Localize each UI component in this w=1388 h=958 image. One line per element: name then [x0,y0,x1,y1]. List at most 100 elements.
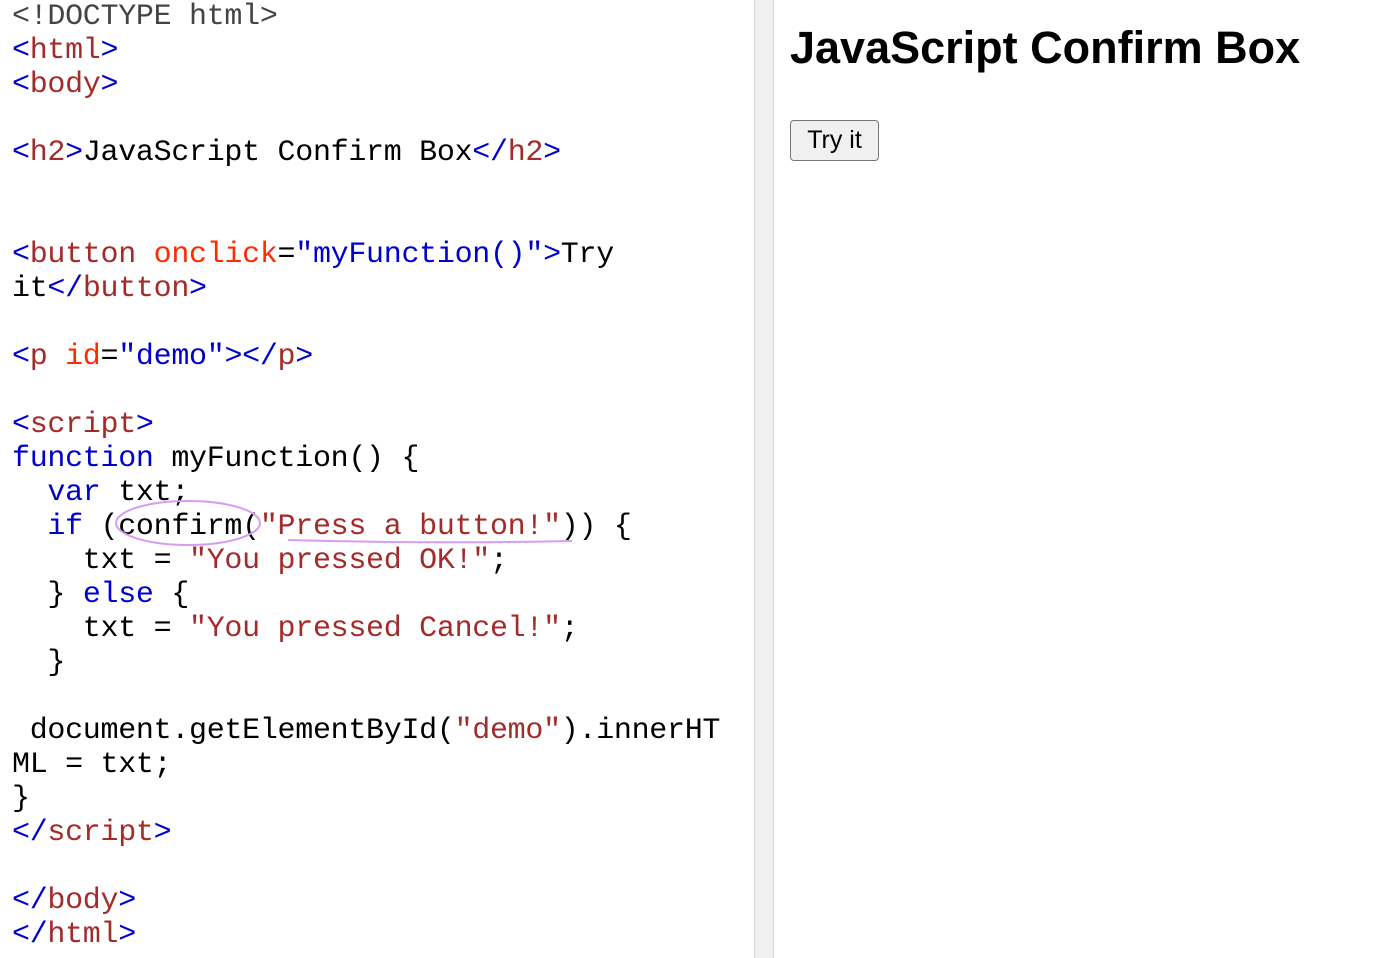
result-heading: JavaScript Confirm Box [790,22,1301,73]
code-line: <h2>JavaScript Confirm Box</h2> [12,136,720,170]
code-token-plain: )) { [560,510,632,544]
code-line: txt = "You pressed OK!"; [12,544,720,578]
code-token-plain: ML = txt; [12,748,172,782]
code-token-kw: if [47,510,83,544]
code-token-tag: body [47,884,119,918]
code-token-plain: document.getElementById( [12,714,455,748]
code-token-tag: script [47,816,154,850]
code-token-tag: h2 [29,136,66,170]
code-line: } else { [12,578,720,612]
code-line: txt = "You pressed Cancel!"; [12,612,720,646]
code-token-kw: else [82,578,154,612]
code-line: <button onclick="myFunction()">Try [12,238,720,272]
code-token-tag: body [29,68,101,102]
code-token-plain: ).innerHT [560,714,721,748]
code-token-bracket: > [118,918,136,952]
code-token-plain: ; [560,612,579,646]
code-token-bracket: > [100,34,119,68]
code-token-tag: p [277,340,296,374]
code-token-kw: function [12,442,154,476]
code-token-tag: h2 [507,136,544,170]
code-token-plain: txt = [12,544,190,578]
code-token-attrval: "myFunction()" [295,238,544,272]
code-token-plain: ; [489,544,508,578]
code-line: <script> [12,408,720,442]
code-token-plain: = [277,238,296,272]
code-token-tag: p [29,340,48,374]
code-line: if (confirm("Press a button!")) { [12,510,720,544]
code-token-bracket: </ [12,816,48,850]
code-token-bracket: > [65,136,83,170]
code-token-gray: <!DOCTYPE html> [12,0,278,34]
code-token-bracket: > [543,238,561,272]
code-token-bracket: < [12,136,30,170]
code-token-bracket: </ [12,918,48,952]
code-token-plain: txt = [12,612,190,646]
code-token-bracket: < [12,238,30,272]
code-token-plain: myFunction() { [153,442,420,476]
code-token-str: "You pressed Cancel!" [189,612,561,646]
code-editor[interactable]: <!DOCTYPE html> <html> <body> <h2>JavaScri… [12,0,720,952]
pane-divider-handle[interactable] [754,0,774,958]
code-token-bracket: > [135,408,154,442]
code-token-bracket: < [12,408,30,442]
try-it-button[interactable]: Try it [790,120,879,161]
code-token-plain: } [12,646,66,680]
code-token-bracket: < [12,34,30,68]
code-token-bracket: > [295,340,313,374]
code-token-plain: Try [560,238,614,272]
code-line: function myFunction() { [12,442,720,476]
code-line: ML = txt; [12,748,720,782]
code-line: <p id="demo"></p> [12,340,720,374]
code-token-bracket: </ [12,884,48,918]
code-token-plain: txt; [100,476,190,510]
code-token-bracket: < [12,68,30,102]
code-line: it</button> [12,272,720,306]
result-pane: JavaScript Confirm Box Try it [774,0,1388,958]
code-line: <body> [12,68,720,102]
code-token-tag: html [29,34,101,68]
code-token-str: "demo" [454,714,562,748]
code-line: <html> [12,34,720,68]
code-line: var txt; [12,476,720,510]
code-token-bracket: </ [242,340,278,374]
code-token-plain: (confirm( [82,510,261,544]
code-token-bracket: > [100,68,119,102]
code-token-plain: it [12,272,48,306]
code-line: </script> [12,816,720,850]
code-line: } [12,782,720,816]
code-token-plain: } [12,578,83,612]
code-token-attrval: "demo" [118,340,225,374]
code-token-tag: button [29,238,137,272]
code-token-bracket: < [12,340,30,374]
code-line: } [12,646,720,680]
code-token-str: "Press a button!" [259,510,561,544]
code-token-bracket: </ [47,272,83,306]
code-token-attr: onclick [153,238,278,272]
code-token-tag: button [82,272,190,306]
code-token-bracket: </ [472,136,508,170]
code-line: <!DOCTYPE html> [12,0,720,34]
code-token-attr: id [65,340,101,374]
code-line: </html> [12,918,720,952]
code-token-tag: html [47,918,119,952]
code-line: </body> [12,884,720,918]
code-token-bracket: > [224,340,243,374]
code-token-tag: script [29,408,137,442]
code-token-bracket: > [153,816,172,850]
code-token-plain: JavaScript Confirm Box [82,136,473,170]
code-token-plain: = [100,340,119,374]
code-editor-pane[interactable]: <!DOCTYPE html> <html> <body> <h2>JavaScri… [0,0,754,958]
code-line: document.getElementById("demo").innerHT [12,714,721,748]
code-token-bracket: > [189,272,207,306]
